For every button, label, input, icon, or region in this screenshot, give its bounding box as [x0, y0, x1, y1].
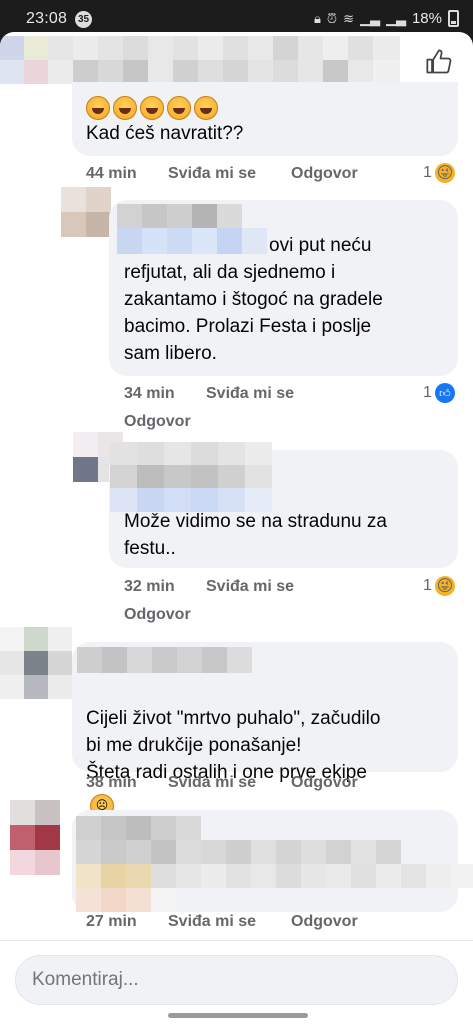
comment-time: 34 min — [124, 385, 175, 402]
laughing-emoji-icon — [86, 96, 110, 120]
comment-text: Kad ćeš navratit?? — [86, 123, 244, 144]
comment-text: ovi put neću refjutat, ali da sjednemo i… — [124, 235, 383, 364]
laughing-emoji-icon — [194, 96, 218, 120]
comment-input[interactable] — [15, 955, 458, 1005]
comment-content-pixelated — [76, 816, 473, 912]
avatar[interactable] — [10, 800, 60, 875]
reaction-summary[interactable]: 1 😜 — [423, 576, 455, 596]
like-comment-button[interactable]: Sviđa mi se — [168, 165, 256, 183]
reply-button[interactable]: Odgovor — [291, 165, 358, 183]
comment-composer-bar — [0, 940, 473, 1024]
laughing-emoji-icon — [140, 96, 164, 120]
rofl-emoji-icon — [113, 96, 137, 120]
emoji-row — [86, 96, 218, 120]
lock-icon: 🔒︎ — [314, 10, 321, 26]
reply-button[interactable]: Odgovor — [124, 606, 191, 624]
navigation-handle[interactable] — [168, 1013, 308, 1018]
haha-emoji-icon: 😜 — [434, 576, 455, 596]
notification-count-badge: 35 — [75, 11, 92, 28]
like-comment-button[interactable]: Sviđa mi se — [168, 913, 256, 931]
reaction-summary[interactable]: 1 👍︎ — [423, 383, 455, 403]
status-time: 23:08 — [26, 10, 68, 27]
battery-percent: 18% — [411, 10, 442, 27]
haha-emoji-icon: 😜 — [434, 163, 455, 183]
comment-text-content: Cijeli život "mrtvo puhalo", začudilo bi… — [86, 708, 381, 783]
post-header-pixelated — [0, 36, 400, 84]
reply-button[interactable]: Odgovor — [124, 413, 191, 431]
reaction-count: 1 — [423, 164, 432, 181]
alarm-icon: ⏰︎ — [326, 10, 338, 26]
comment-text: Može vidimo se na stradunu za festu.. — [124, 511, 387, 559]
wifi-icon: ≋ — [343, 10, 354, 26]
reaction-summary[interactable]: 1 😜 — [423, 163, 455, 183]
reaction-count: 1 — [423, 577, 432, 594]
comment-time: 27 min — [86, 913, 137, 930]
commenter-name-pixelated — [77, 647, 252, 673]
signal-icon: ▁▃ — [359, 10, 380, 26]
reaction-count: 1 — [423, 384, 432, 401]
avatar[interactable] — [61, 187, 111, 237]
comment-time: 32 min — [124, 578, 175, 595]
signal-icon-2: ▁▃ — [385, 10, 406, 26]
comment-text: Cijeli život "mrtvo puhalo", začudilo bi… — [86, 678, 380, 818]
reply-button[interactable]: Odgovor — [291, 774, 358, 792]
status-icons: 🔒︎ ⏰︎ ≋ ▁▃ ▁▃ 18% — [314, 10, 459, 27]
like-comment-button[interactable]: Sviđa mi se — [168, 774, 256, 792]
like-icon: 👍︎ — [434, 383, 455, 403]
reply-button[interactable]: Odgovor — [291, 913, 358, 931]
battery-icon — [448, 10, 459, 27]
commenter-name-pixelated — [110, 442, 272, 512]
comment-time: 38 min — [86, 774, 137, 791]
comment-time: 44 min — [86, 165, 137, 182]
thumbs-up-icon[interactable] — [425, 48, 453, 76]
comments-sheet: Kad ćeš navratit?? 44 min Sviđa mi se Od… — [0, 32, 473, 1024]
rofl-emoji-icon — [167, 96, 191, 120]
like-comment-button[interactable]: Sviđa mi se — [206, 385, 294, 403]
avatar[interactable] — [0, 627, 72, 699]
like-comment-button[interactable]: Sviđa mi se — [206, 578, 294, 596]
